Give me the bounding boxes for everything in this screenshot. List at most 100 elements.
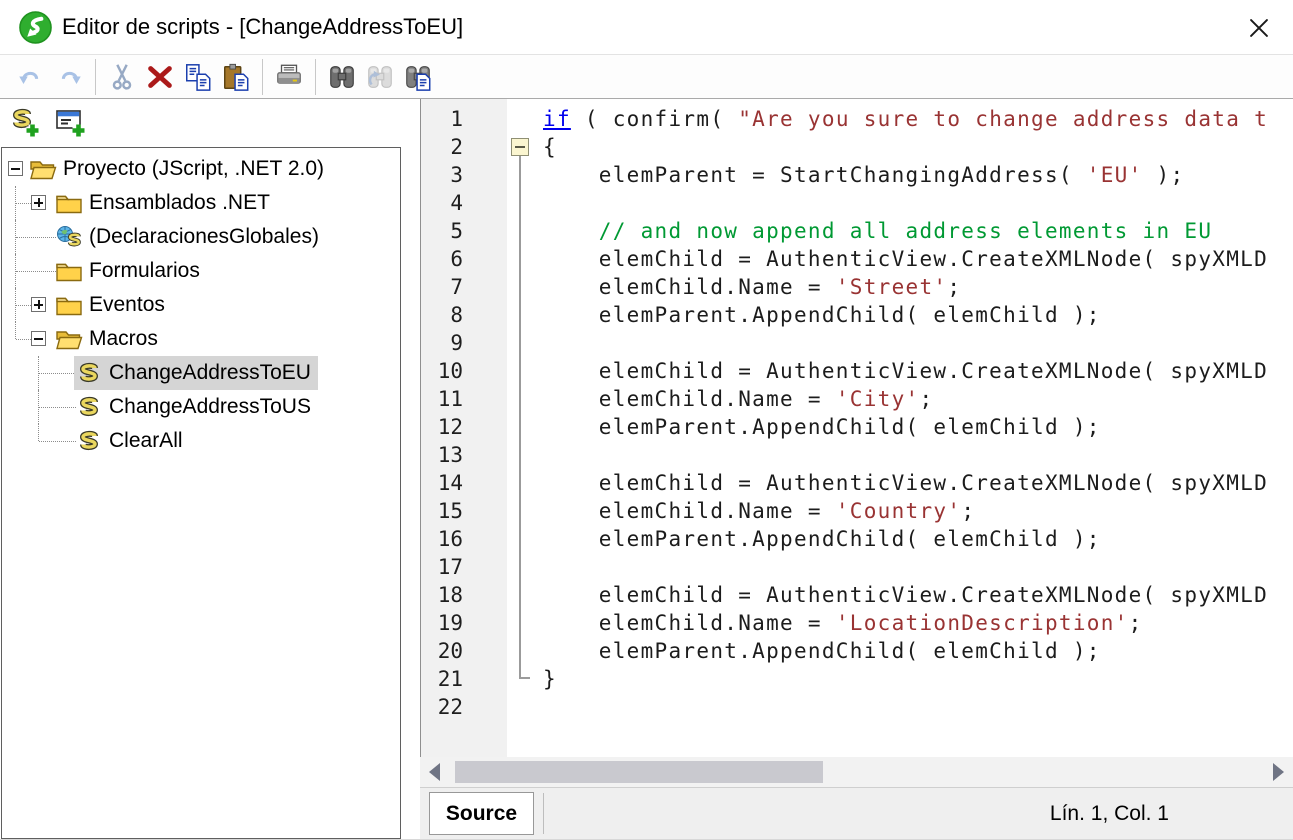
replace-icon — [403, 62, 433, 92]
tree-node[interactable]: Ensamblados .NET — [54, 186, 277, 220]
redo-button[interactable] — [50, 58, 88, 96]
scrollbar-thumb[interactable] — [455, 761, 823, 783]
folder-open-icon — [29, 157, 57, 181]
tree-guide — [39, 441, 76, 442]
undo-icon — [16, 62, 46, 92]
add-macro-icon — [8, 107, 42, 141]
tab-source[interactable]: Source — [429, 792, 534, 835]
find-button[interactable] — [323, 58, 361, 96]
paste-icon — [221, 62, 251, 92]
line-number-gutter: 12345678910111213141516171819202122 — [421, 99, 507, 757]
tree-node[interactable]: ClearAll — [74, 424, 190, 458]
tree-item-changeaddresstoeu[interactable]: ChangeAddressToEU — [2, 356, 400, 390]
tree-item-changeaddresstous[interactable]: ChangeAddressToUS — [2, 390, 400, 424]
tree-item-label: (DeclaracionesGlobales) — [89, 225, 319, 249]
code-line: if ( confirm( "Are you sure to change ad… — [543, 105, 1293, 133]
expand-icon[interactable] — [31, 297, 46, 312]
fold-collapse-icon[interactable] — [511, 138, 529, 156]
replace-button[interactable] — [399, 58, 437, 96]
code-area[interactable]: if ( confirm( "Are you sure to change ad… — [535, 99, 1293, 757]
copy-icon — [183, 62, 213, 92]
fold-line — [519, 156, 521, 679]
print-icon — [274, 62, 304, 92]
line-number: 15 — [421, 497, 507, 525]
scroll-left-arrow-icon[interactable] — [429, 763, 440, 781]
toolbar-separator — [262, 59, 263, 95]
pane-splitter[interactable] — [402, 99, 420, 840]
print-button[interactable] — [270, 58, 308, 96]
undo-button[interactable] — [12, 58, 50, 96]
tree-item-label: ChangeAddressToEU — [109, 361, 311, 385]
tree-guide — [16, 305, 31, 306]
tree-node[interactable]: ChangeAddressToUS — [74, 390, 318, 424]
tree-node[interactable]: Proyecto (JScript, .NET 2.0) — [28, 152, 331, 186]
scroll-right-arrow-icon[interactable] — [1273, 763, 1284, 781]
line-number: 7 — [421, 273, 507, 301]
tree-node[interactable]: (DeclaracionesGlobales) — [54, 220, 326, 254]
folder-icon — [55, 259, 83, 283]
add-macro-button[interactable] — [6, 105, 44, 143]
tree-item-label: Formularios — [89, 259, 200, 283]
folder-open-icon — [55, 327, 83, 351]
code-line: elemChild = AuthenticView.CreateXMLNode(… — [543, 581, 1293, 609]
find-next-button[interactable] — [361, 58, 399, 96]
line-number: 19 — [421, 609, 507, 637]
close-icon — [1244, 13, 1274, 43]
redo-icon — [54, 62, 84, 92]
collapse-icon[interactable] — [8, 161, 23, 176]
code-line: elemChild.Name = 'Street'; — [543, 273, 1293, 301]
tree-item-formularios[interactable]: Formularios — [2, 254, 400, 288]
project-tree: Proyecto (JScript, .NET 2.0) Ensamblados … — [1, 147, 401, 839]
horizontal-scrollbar[interactable] — [420, 757, 1293, 787]
app-logo-icon — [19, 11, 52, 44]
tree-item-ensamblados-net[interactable]: Ensamblados .NET — [2, 186, 400, 220]
code-line: { — [543, 133, 1293, 161]
tree-item-clearall[interactable]: ClearAll — [2, 424, 400, 458]
code-line: elemParent = StartChangingAddress( 'EU' … — [543, 161, 1293, 189]
code-folding-margin — [507, 99, 535, 757]
add-form-button[interactable] — [52, 105, 90, 143]
script-editor-window: Editor de scripts - [ChangeAddressToEU] … — [0, 0, 1293, 840]
tree-item-label: Ensamblados .NET — [89, 191, 270, 215]
close-button[interactable] — [1241, 10, 1277, 46]
code-line: elemChild = AuthenticView.CreateXMLNode(… — [543, 245, 1293, 273]
code-line: elemChild.Name = 'Country'; — [543, 497, 1293, 525]
line-number: 4 — [421, 189, 507, 217]
collapse-icon[interactable] — [31, 331, 46, 346]
delete-button[interactable] — [141, 58, 179, 96]
delete-icon — [145, 62, 175, 92]
code-line: elemParent.AppendChild( elemChild ); — [543, 413, 1293, 441]
tree-item-macros[interactable]: Macros — [2, 322, 400, 356]
tree-item-eventos[interactable]: Eventos — [2, 288, 400, 322]
tree-node[interactable]: Eventos — [54, 288, 172, 322]
code-line: elemChild.Name = 'LocationDescription'; — [543, 609, 1293, 637]
code-line — [543, 693, 1293, 721]
line-number: 1 — [421, 105, 507, 133]
tree-guide — [39, 373, 76, 374]
line-number: 12 — [421, 413, 507, 441]
tree-node[interactable]: Macros — [54, 322, 165, 356]
line-number: 21 — [421, 665, 507, 693]
line-number: 2 — [421, 133, 507, 161]
line-number: 17 — [421, 553, 507, 581]
code-line: elemChild = AuthenticView.CreateXMLNode(… — [543, 357, 1293, 385]
line-number: 5 — [421, 217, 507, 245]
tree-item-proyecto-jscript-net-2-0[interactable]: Proyecto (JScript, .NET 2.0) — [2, 152, 400, 186]
tree-node[interactable]: ChangeAddressToEU — [74, 356, 318, 390]
cut-button[interactable] — [103, 58, 141, 96]
line-number: 13 — [421, 441, 507, 469]
line-number: 18 — [421, 581, 507, 609]
sidebar-toolbar — [0, 100, 400, 146]
tree-node[interactable]: Formularios — [54, 254, 207, 288]
code-line: elemChild = AuthenticView.CreateXMLNode(… — [543, 469, 1293, 497]
paste-button[interactable] — [217, 58, 255, 96]
line-number: 22 — [421, 693, 507, 721]
code-editor: 12345678910111213141516171819202122 if (… — [420, 99, 1293, 757]
tree-item-label: Macros — [89, 327, 158, 351]
copy-button[interactable] — [179, 58, 217, 96]
macro-icon — [75, 395, 103, 419]
find-icon — [327, 62, 357, 92]
tree-item-declaracionesglobales[interactable]: (DeclaracionesGlobales) — [2, 220, 400, 254]
window-title: Editor de scripts - [ChangeAddressToEU] — [62, 0, 463, 54]
expand-icon[interactable] — [31, 195, 46, 210]
